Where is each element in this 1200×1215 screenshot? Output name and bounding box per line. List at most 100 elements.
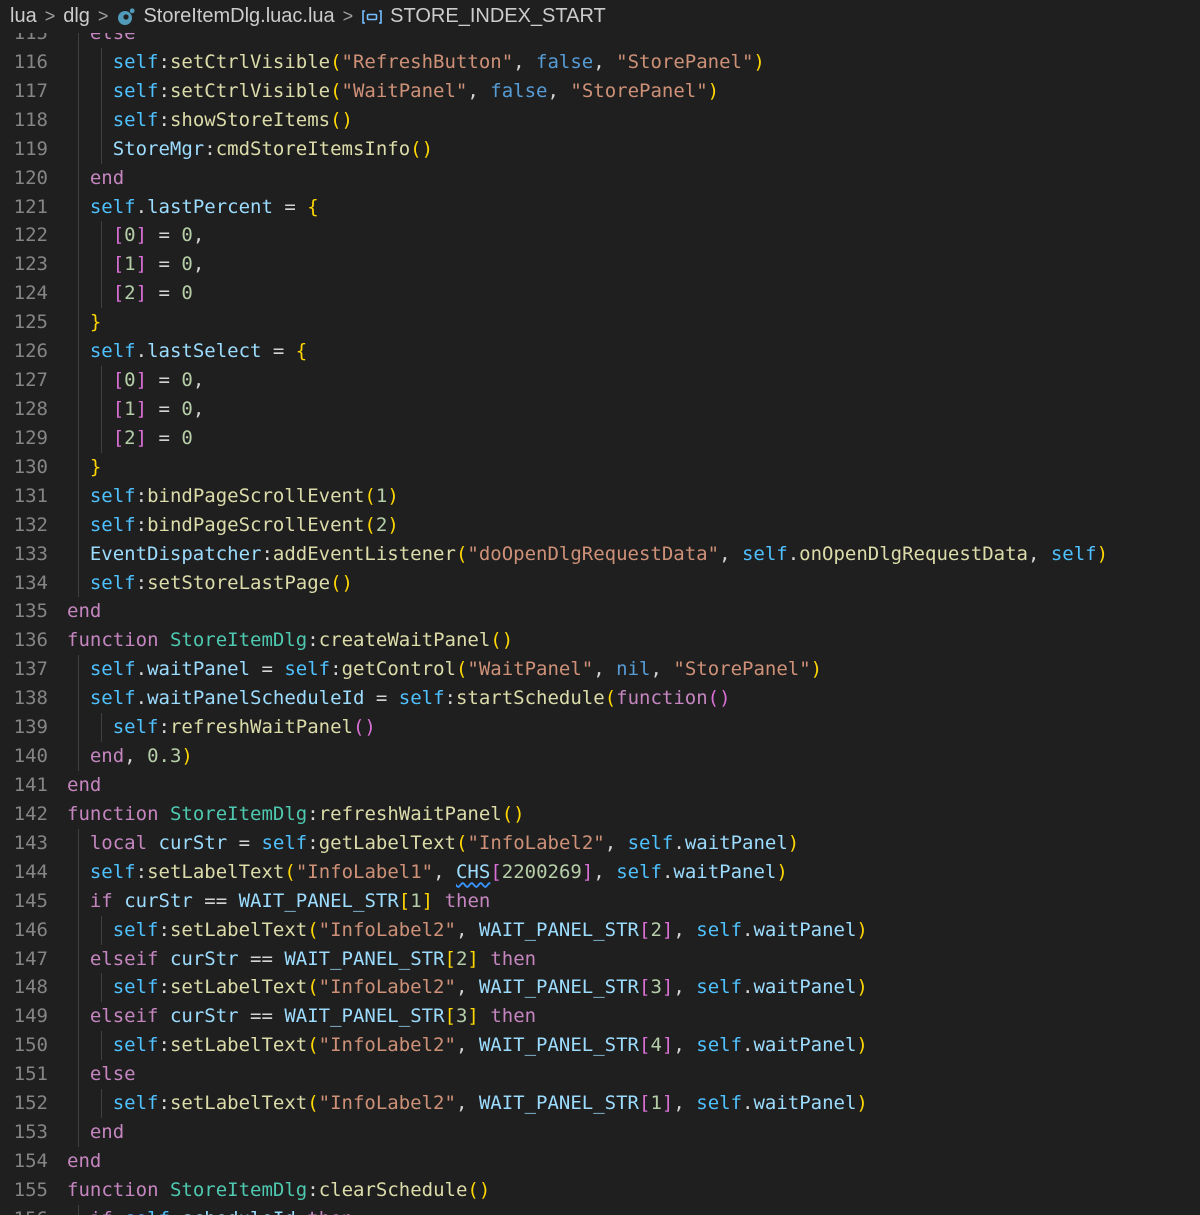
code-line[interactable]: 132 self:bindPageScrollEvent(2): [0, 510, 1200, 540]
indent-guide: [101, 1031, 102, 1061]
code-line[interactable]: 148 self:setLabelText("InfoLabel2", WAIT_…: [0, 973, 1200, 1003]
line-number: 135: [13, 600, 48, 623]
code-line[interactable]: 142 function StoreItemDlg:refreshWaitPane…: [0, 800, 1200, 829]
code-line[interactable]: 129 [2] = 0: [0, 423, 1200, 453]
code-line[interactable]: 150 self:setLabelText("InfoLabel2", WAIT_…: [0, 1031, 1200, 1061]
code-text: [0] = 0,: [112, 369, 205, 392]
code-line[interactable]: 116 self:setCtrlVisible("RefreshButton", …: [0, 47, 1200, 77]
code-line[interactable]: 130}: [0, 452, 1200, 482]
breadcrumb: lua > dlg > StoreItemDlg.luac.lua > STOR…: [0, 0, 1200, 33]
code-line[interactable]: 153 end: [0, 1118, 1200, 1147]
code-line[interactable]: 146 self:setLabelText("InfoLabel2", WAIT_…: [0, 915, 1200, 945]
code-line[interactable]: 123 [1] = 0,: [0, 250, 1200, 280]
breadcrumb-separator: >: [44, 6, 56, 26]
indent-guide: [78, 308, 79, 338]
code-line[interactable]: 127 [0] = 0,: [0, 366, 1200, 395]
code-line[interactable]: 155 function StoreItemDlg:clearSchedule(): [0, 1176, 1200, 1205]
code-line[interactable]: 147 elseif curStr == WAIT_PANEL_STR[2] th…: [0, 944, 1200, 974]
breadcrumb-item-lua[interactable]: lua: [10, 5, 37, 28]
code-text: self:setCtrlVisible("RefreshButton", fal…: [112, 50, 765, 73]
code-text: local curStr = self:getLabelText("InfoLa…: [89, 831, 800, 854]
indent-guide: [78, 76, 79, 106]
indent-guide: [78, 134, 79, 164]
code-text: self:setCtrlVisible("WaitPanel", false, …: [112, 79, 720, 102]
breadcrumb-item-dlg[interactable]: dlg: [63, 5, 90, 28]
code-line[interactable]: 119 StoreMgr:cmdStoreItemsInfo(): [0, 134, 1200, 164]
code-line[interactable]: 140 end, 0.3): [0, 742, 1200, 771]
code-text: }: [89, 311, 102, 334]
code-line[interactable]: 154 end: [0, 1147, 1200, 1176]
breadcrumb-separator: >: [97, 6, 109, 26]
line-number: 139: [13, 716, 48, 739]
code-line[interactable]: 115 else: [0, 33, 1200, 48]
code-text: end: [67, 1149, 102, 1172]
line-number: 117: [13, 79, 48, 102]
line-number: 154: [13, 1149, 48, 1172]
code-line[interactable]: 128 [1] = 0,: [0, 394, 1200, 424]
line-number: 124: [13, 282, 48, 305]
code-line[interactable]: 135 end: [0, 597, 1200, 626]
code-line[interactable]: 143 local curStr = self:getLabelText("Inf…: [0, 828, 1200, 858]
line-number: 126: [13, 340, 48, 363]
line-number: 148: [13, 976, 48, 999]
code-text: self:bindPageScrollEvent(1): [89, 484, 399, 507]
indent-guide: [78, 33, 79, 48]
breadcrumb-item-file[interactable]: StoreItemDlg.luac.lua: [116, 5, 335, 28]
indent-guide: [78, 394, 79, 424]
code-line[interactable]: 141 end: [0, 771, 1200, 800]
code-line[interactable]: 120 end: [0, 163, 1200, 193]
code-text: StoreMgr:cmdStoreItemsInfo(): [112, 137, 434, 160]
indent-guide: [78, 1118, 79, 1147]
indent-guide: [78, 452, 79, 482]
code-line[interactable]: 131 self:bindPageScrollEvent(1): [0, 481, 1200, 511]
code-text: self.lastSelect = {: [89, 340, 308, 363]
code-text: self:setLabelText("InfoLabel1", CHS[2200…: [89, 860, 788, 883]
code-line[interactable]: 134 self:setStoreLastPage(): [0, 568, 1200, 598]
indent-guide: [78, 539, 79, 569]
line-number: 131: [13, 484, 48, 507]
code-text: self.lastPercent = {: [89, 195, 319, 218]
code-line[interactable]: 125}: [0, 308, 1200, 338]
code-line[interactable]: 156 if self.scheduleId then: [0, 1204, 1200, 1215]
code-line[interactable]: 124 [2] = 0: [0, 279, 1200, 309]
line-number: 149: [13, 1005, 48, 1028]
code-line[interactable]: 136 function StoreItemDlg:createWaitPanel…: [0, 626, 1200, 655]
line-number: 130: [13, 455, 48, 478]
line-number: 152: [13, 1092, 48, 1115]
indent-guide: [78, 510, 79, 540]
code-line[interactable]: 152 self:setLabelText("InfoLabel2", WAIT_…: [0, 1089, 1200, 1119]
code-line[interactable]: 138 self.waitPanelScheduleId = self:start…: [0, 684, 1200, 714]
code-editor[interactable]: 115 else 116 self:setCtrlVisible("RefreshBu…: [0, 33, 1200, 1215]
indent-guide: [101, 1089, 102, 1119]
code-line[interactable]: 144 self:setLabelText("InfoLabel1", CHS[2…: [0, 857, 1200, 887]
line-number: 155: [13, 1178, 48, 1201]
indent-guide: [78, 221, 79, 251]
code-text: end: [67, 773, 102, 796]
code-line[interactable]: 122 [0] = 0,: [0, 221, 1200, 251]
code-text: self:refreshWaitPanel(): [112, 716, 376, 739]
line-number: 128: [13, 397, 48, 420]
code-line[interactable]: 121 self.lastPercent = {: [0, 192, 1200, 222]
code-line[interactable]: 149 elseif curStr == WAIT_PANEL_STR[3] th…: [0, 1002, 1200, 1032]
indent-guide: [78, 192, 79, 222]
line-number: 151: [13, 1063, 48, 1086]
line-number: 141: [13, 773, 48, 796]
code-line[interactable]: 145 if curStr == WAIT_PANEL_STR[1] then: [0, 886, 1200, 916]
code-line[interactable]: 117 self:setCtrlVisible("WaitPanel", fals…: [0, 76, 1200, 106]
breadcrumb-item-symbol[interactable]: STORE_INDEX_START: [361, 5, 606, 28]
line-number: 143: [13, 831, 48, 854]
line-number: 132: [13, 513, 48, 536]
code-line[interactable]: 139 self:refreshWaitPanel(): [0, 713, 1200, 743]
code-line[interactable]: 137 self.waitPanel = self:getControl("Wai…: [0, 655, 1200, 685]
code-lines: 115 else 116 self:setCtrlVisible("RefreshBu…: [0, 33, 1200, 1215]
indent-guide: [101, 105, 102, 135]
line-number: 156: [0, 1205, 48, 1215]
code-line[interactable]: 133 EventDispatcher:addEventListener("doO…: [0, 539, 1200, 569]
line-number: 127: [13, 369, 48, 392]
line-number: 121: [13, 195, 48, 218]
indent-guide: [78, 713, 79, 743]
symbol-variable-icon: [362, 9, 382, 24]
code-line[interactable]: 126 self.lastSelect = {: [0, 337, 1200, 367]
code-line[interactable]: 118 self:showStoreItems(): [0, 105, 1200, 135]
code-line[interactable]: 151 else: [0, 1060, 1200, 1090]
